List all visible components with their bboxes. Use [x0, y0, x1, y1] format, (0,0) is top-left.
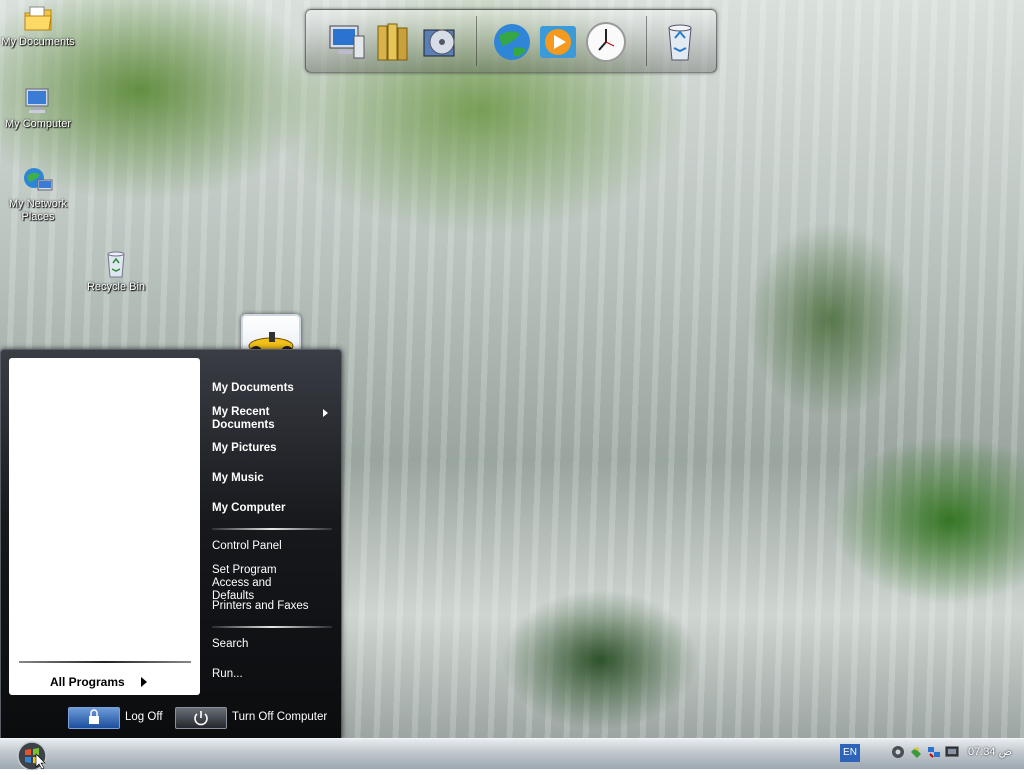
pinned-programs-pane: All Programs	[9, 358, 200, 695]
all-programs-button[interactable]: All Programs	[9, 674, 200, 692]
desktop-icon-label: My Network Places	[8, 198, 68, 223]
log-off-button[interactable]	[68, 707, 120, 729]
divider	[19, 661, 191, 663]
security-icon[interactable]	[909, 745, 923, 759]
desktop-icon-label: Recycle Bin	[86, 281, 146, 293]
menu-item-label: My Recent Documents	[212, 406, 275, 431]
desktop-icon-label: My Computer	[4, 118, 72, 130]
turn-off-button[interactable]	[175, 707, 227, 729]
shield-icon[interactable]	[891, 745, 905, 759]
dock-separator	[476, 16, 477, 66]
menu-item-printers-faxes[interactable]: Printers and Faxes	[212, 600, 309, 613]
recycle-bin-icon[interactable]	[658, 20, 702, 64]
network-icon	[22, 166, 54, 196]
dvd-icon[interactable]	[418, 20, 462, 64]
start-button[interactable]	[14, 740, 50, 771]
library-icon[interactable]	[372, 20, 416, 64]
taskbar	[0, 738, 1024, 769]
desktop-icon-label: My Documents	[1, 36, 75, 48]
lock-icon	[89, 709, 99, 724]
windows-orb-icon	[17, 741, 47, 771]
dock-bar	[305, 9, 717, 73]
menu-item-my-documents[interactable]: My Documents	[212, 382, 294, 395]
globe-icon[interactable]	[490, 20, 534, 64]
display-tray-icon[interactable]	[945, 745, 959, 759]
menu-item-run[interactable]: Run...	[212, 668, 243, 681]
divider	[212, 528, 332, 530]
menu-item-my-pictures[interactable]: My Pictures	[212, 442, 277, 455]
desktop-icon-my-network-places[interactable]: My Network Places	[0, 166, 76, 224]
turn-off-label[interactable]: Turn Off Computer	[232, 711, 327, 723]
divider	[212, 626, 332, 628]
network-tray-icon[interactable]	[927, 745, 941, 759]
desktop-icon-my-computer[interactable]: My Computer	[0, 86, 76, 131]
language-indicator[interactable]: EN	[840, 744, 860, 762]
log-off-label[interactable]: Log Off	[125, 711, 163, 723]
menu-item-my-music[interactable]: My Music	[212, 472, 264, 485]
clock[interactable]: 07:34 ص	[968, 745, 1012, 758]
recycle-bin-icon	[100, 249, 132, 279]
computer-icon	[22, 86, 54, 116]
power-icon	[194, 711, 208, 726]
folder-icon	[22, 4, 54, 34]
submenu-arrow-icon	[323, 409, 328, 417]
menu-item-my-recent-documents[interactable]: My Recent Documents	[212, 406, 328, 432]
computer-icon[interactable]	[324, 20, 368, 64]
menu-item-set-program-access[interactable]: Set Program Access and Defaults	[212, 564, 316, 603]
desktop-icon-my-documents[interactable]: My Documents	[0, 4, 76, 49]
menu-item-my-computer[interactable]: My Computer	[212, 502, 285, 515]
arrow-right-icon	[141, 677, 147, 687]
menu-item-search[interactable]: Search	[212, 638, 248, 651]
desktop-icon-recycle-bin[interactable]: Recycle Bin	[78, 249, 154, 294]
menu-item-control-panel[interactable]: Control Panel	[212, 540, 282, 553]
clock-icon[interactable]	[584, 20, 628, 64]
all-programs-label: All Programs	[50, 675, 125, 689]
start-menu: All Programs My Documents My Recent Docu…	[0, 349, 342, 739]
dock-separator	[646, 16, 647, 66]
media-player-icon[interactable]	[536, 20, 580, 64]
